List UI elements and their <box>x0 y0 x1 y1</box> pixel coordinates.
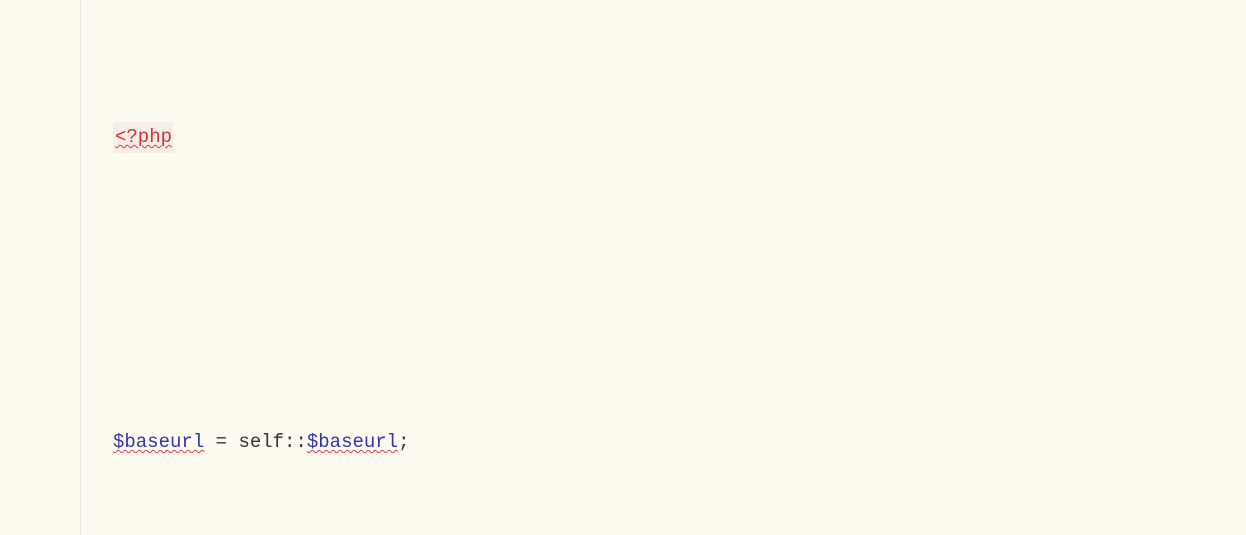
editor-pane: <?php $baseurl = self::$baseurl; // Load… <box>0 0 1246 535</box>
op-scope: :: <box>284 427 307 458</box>
var-baseurl: $baseurl <box>113 427 204 458</box>
php-open-tag: <?php <box>113 122 174 153</box>
code-line-2 <box>113 275 1246 306</box>
var-baseurl-static: $baseurl <box>307 427 398 458</box>
code-line-3: $baseurl = self::$baseurl; <box>113 427 1246 458</box>
code-area[interactable]: <?php $baseurl = self::$baseurl; // Load… <box>81 0 1246 535</box>
code-line-1: <?php <box>113 122 1246 153</box>
kw-self: self <box>238 427 284 458</box>
semi: ; <box>398 427 409 458</box>
gutter <box>0 0 81 535</box>
op-eq: = <box>204 427 238 458</box>
